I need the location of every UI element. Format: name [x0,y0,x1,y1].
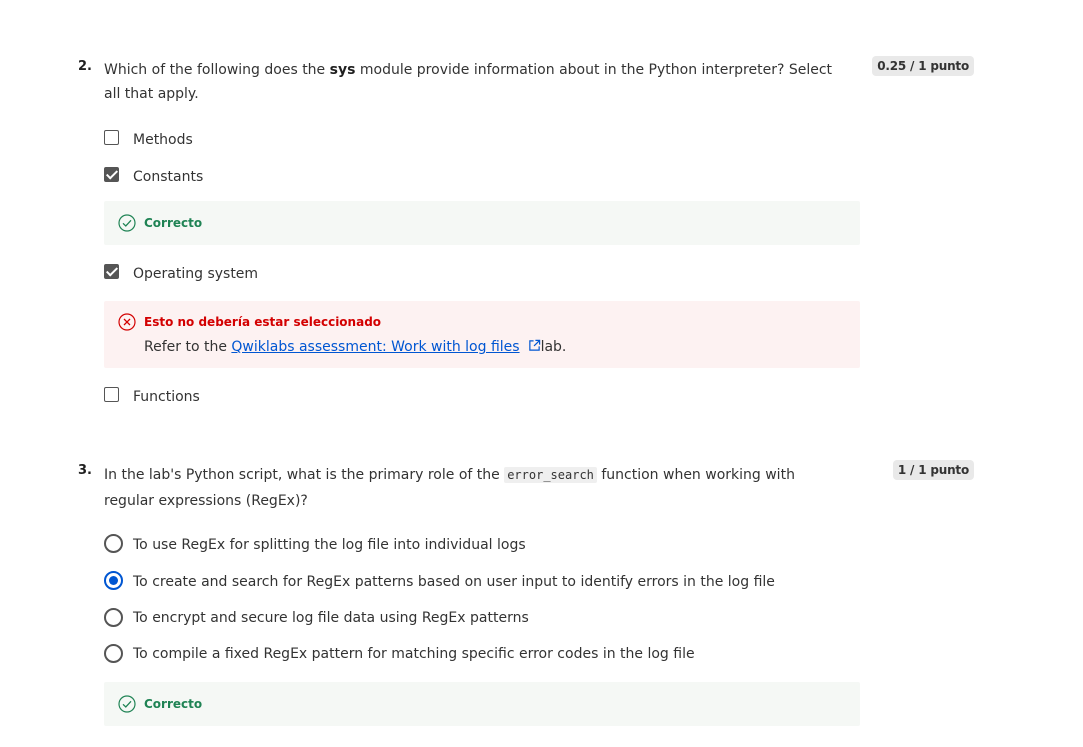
feedback-title-text: Correcto [144,697,203,711]
function-name-code: error_search [504,467,597,483]
checkbox[interactable] [104,130,119,145]
option-label: To encrypt and secure log file data usin… [133,610,529,626]
score-badge: 1 / 1 punto [892,460,974,480]
lab-link[interactable]: Qwiklabs assessment: Work with log files [231,339,519,355]
feedback-prefix: Refer to the [144,339,232,355]
question-text: Which of the following does the sys modu… [104,58,849,106]
radio-button[interactable] [104,534,123,553]
feedback-correct: Correcto [104,201,860,245]
checkbox-checked[interactable] [104,167,119,182]
question-number: 3. [78,463,92,478]
question-2: 2. Which of the following does the sys m… [78,56,978,415]
feedback-wrong: Esto no debería estar seleccionado Refer… [104,301,860,368]
radio-button[interactable] [104,644,123,663]
option-label: Constants [133,168,204,185]
question-text-part: In the lab's Python script, what is the … [104,467,505,483]
option-label: To use RegEx for splitting the log file … [133,536,526,553]
feedback-title: Esto no debería estar seleccionado [118,313,381,331]
option-label: Functions [133,388,200,405]
option-constants[interactable]: Constants [104,158,978,195]
checkbox-checked[interactable] [104,264,119,279]
question-header: 2. Which of the following does the sys m… [78,56,978,106]
option-encrypt[interactable]: To encrypt and secure log file data usin… [104,600,978,636]
options-list: Operating system [104,255,978,292]
options-list: To use RegEx for splitting the log file … [104,526,978,672]
question-text-part: Which of the following does the [104,62,330,78]
radio-button-selected[interactable] [104,571,123,590]
feedback-title-text: Esto no debería estar seleccionado [144,315,382,329]
option-label: Operating system [133,265,259,282]
options-list: Functions [104,378,978,415]
question-header: 3. In the lab's Python script, what is t… [78,460,978,514]
check-circle-icon [118,214,136,232]
feedback-title: Correcto [118,695,202,713]
checkbox[interactable] [104,387,119,402]
feedback-body: Refer to the Qwiklabs assessment: Work w… [144,339,846,355]
feedback-correct: Correcto [104,682,860,726]
radio-button[interactable] [104,608,123,627]
option-user-input-search[interactable]: To create and search for RegEx patterns … [104,563,978,600]
option-functions[interactable]: Functions [104,378,978,415]
feedback-suffix: lab. [540,339,567,355]
option-splitting[interactable]: To use RegEx for splitting the log file … [104,526,978,563]
question-text: In the lab's Python script, what is the … [104,462,849,514]
x-circle-icon [118,313,136,331]
feedback-title-text: Correcto [144,216,203,230]
options-list: Methods Constants [104,121,978,195]
option-label: To compile a fixed RegEx pattern for mat… [133,646,695,662]
score-badge: 0.25 / 1 punto [872,56,974,76]
question-number: 2. [78,59,92,74]
option-methods[interactable]: Methods [104,121,978,158]
option-operating-system[interactable]: Operating system [104,255,978,292]
sys-keyword: sys [329,62,356,78]
option-label: Methods [133,131,193,148]
feedback-title: Correcto [118,214,202,232]
option-label: To create and search for RegEx patterns … [133,573,775,590]
external-link-icon[interactable] [528,339,541,352]
option-compile-fixed[interactable]: To compile a fixed RegEx pattern for mat… [104,636,978,672]
check-circle-icon [118,695,136,713]
question-3: 3. In the lab's Python script, what is t… [78,460,978,726]
